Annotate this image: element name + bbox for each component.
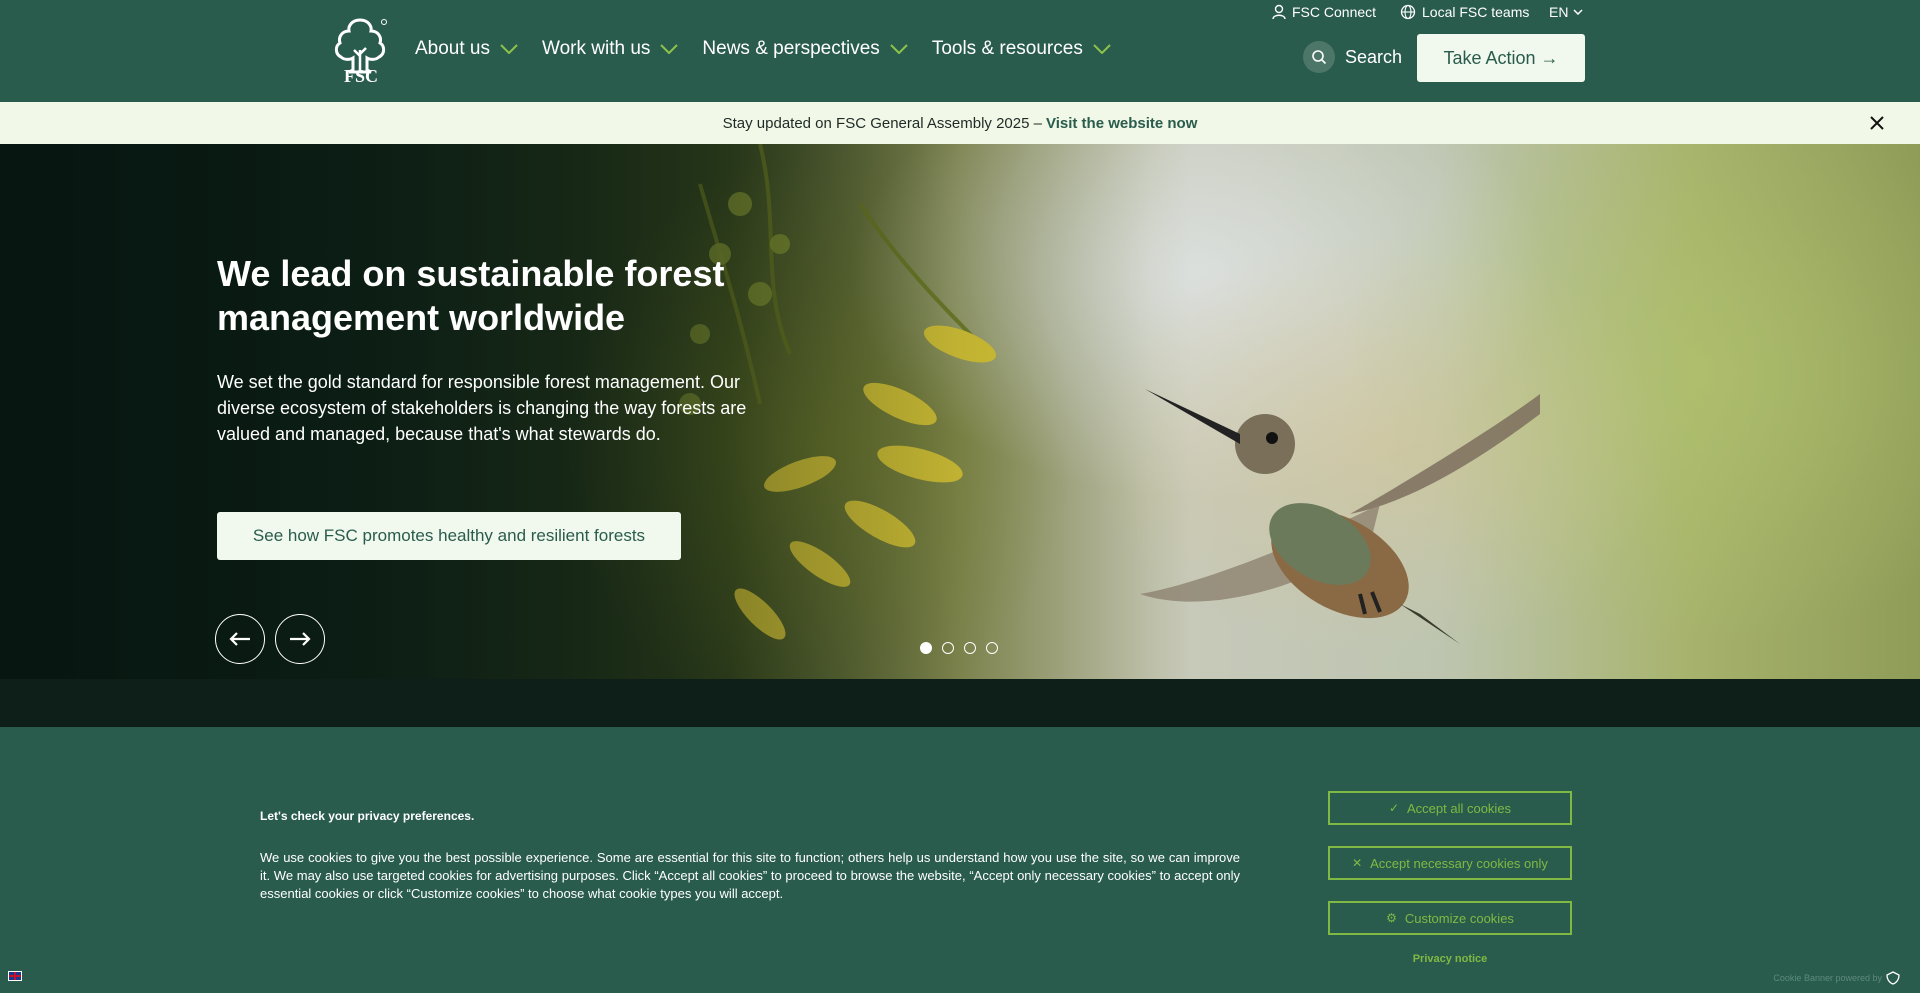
globe-icon [1400,4,1416,20]
customize-cookies-button[interactable]: ⚙ Customize cookies [1328,901,1572,935]
customize-label: Customize cookies [1404,910,1514,926]
cookie-heading: Let's check your privacy preferences. [260,809,475,823]
section-divider [0,679,1920,727]
arrow-right-icon [290,632,311,646]
main-nav: About us Work with us News & perspective… [415,38,1135,60]
chevron-down-icon [660,44,679,54]
accept-necessary-cookies-button[interactable]: ✕ Accept necessary cookies only [1328,846,1572,880]
carousel-dots [920,642,998,654]
gear-icon: ⚙ [1386,911,1397,925]
nav-label: Tools & resources [931,38,1083,59]
carousel-next-button[interactable] [275,614,325,664]
local-teams-link[interactable]: Local FSC teams [1400,4,1529,20]
accept-all-label: Accept all cookies [1407,800,1512,816]
nav-label: News & perspectives [702,38,880,59]
cookie-banner: Let's check your privacy preferences. We… [0,727,1920,993]
accept-all-cookies-button[interactable]: ✓ Accept all cookies [1328,791,1572,825]
search-icon [1303,41,1335,73]
local-teams-label: Local FSC teams [1422,4,1530,20]
flag-icon[interactable] [8,971,22,981]
chevron-down-icon [1573,9,1583,15]
fsc-logo[interactable]: FSC [330,16,390,86]
take-action-button[interactable]: Take Action → [1417,34,1585,82]
nav-label: Work with us [542,38,651,59]
cookie-description: We use cookies to give you the best poss… [260,850,1240,901]
language-selector[interactable]: EN [1549,4,1583,20]
cookie-powered-by: Cookie Banner powered by [1773,971,1900,985]
close-icon: ✕ [1352,856,1363,870]
close-icon[interactable] [1868,114,1886,132]
hero-cta-button[interactable]: See how FSC promotes healthy and resilie… [217,512,681,560]
language-label: EN [1549,4,1569,20]
powered-by-label: Cookie Banner powered by [1773,973,1882,983]
nav-work-with-us[interactable]: Work with us [542,38,679,60]
carousel-dot-3[interactable] [964,642,976,654]
user-icon [1272,4,1286,20]
announcement-bar: Stay updated on FSC General Assembly 202… [0,102,1920,144]
search-button[interactable]: Search [1303,41,1402,73]
chevron-down-icon [500,44,518,54]
privacy-notice-link[interactable]: Privacy notice [1328,953,1572,965]
accept-necessary-label: Accept necessary cookies only [1370,855,1548,871]
site-header: FSC About us Work with us News & perspec… [0,0,1920,102]
arrow-left-icon [229,632,250,646]
utility-bar: FSC Connect Local FSC teams EN [0,4,1920,24]
chevron-down-icon [890,44,908,54]
logo-text: FSC [344,66,379,86]
fsc-connect-link[interactable]: FSC Connect [1272,4,1376,20]
nav-tools-resources[interactable]: Tools & resources [932,38,1111,60]
search-label: Search [1345,46,1403,67]
nav-label: About us [415,38,490,59]
hero-carousel: We lead on sustainable forest management… [0,144,1920,679]
chevron-down-icon [1093,44,1111,54]
carousel-dot-4[interactable] [986,642,998,654]
carousel-dot-1[interactable] [920,642,932,654]
cookie-shield-icon [1886,971,1900,985]
announcement-text: Stay updated on FSC General Assembly 202… [722,114,1042,132]
fsc-connect-label: FSC Connect [1292,4,1377,20]
check-icon: ✓ [1388,801,1399,815]
hero-description: We set the gold standard for responsible… [217,372,747,444]
carousel-dot-2[interactable] [942,642,954,654]
carousel-prev-button[interactable] [215,614,265,664]
nav-about-us[interactable]: About us [415,38,518,60]
hero-title: We lead on sustainable forest management… [217,253,725,338]
nav-news-perspectives[interactable]: News & perspectives [702,38,908,60]
announcement-link[interactable]: Visit the website now [1046,115,1197,132]
